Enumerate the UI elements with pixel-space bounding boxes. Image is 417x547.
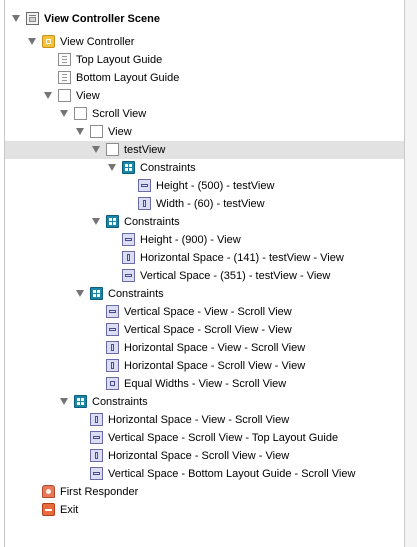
first-responder-icon [42,485,55,498]
vertical-space-constraint-icon [90,431,103,444]
disclosure-triangle-icon[interactable] [60,110,68,117]
view-controller-icon [42,35,55,48]
outline-item-label: Equal Widths - View - Scroll View [124,378,287,390]
outline-item-label: Top Layout Guide [76,54,163,66]
disclosure-triangle-icon[interactable] [76,128,84,135]
outline-row-first-responder[interactable]: First Responder [5,483,404,501]
horizontal-space-constraint-icon [106,341,119,354]
outline-item-label: Exit [60,504,79,516]
view-icon [58,89,71,102]
disclosure-triangle-icon[interactable] [12,15,20,22]
outline-row-constraint[interactable]: Vertical Space - View - Scroll View [5,303,404,321]
outline-row-constraint[interactable]: Horizontal Space - Scroll View - View [5,447,404,465]
outline-row-constraint[interactable]: Horizontal Space - View - Scroll View [5,411,404,429]
outline-scroll-rail[interactable] [405,0,417,547]
outline-item-label: Scroll View [92,108,147,120]
outline-item-label: Vertical Space - View - Scroll View [124,306,292,318]
outline-row-constraint[interactable]: Width - (60) - testView [5,195,404,213]
outline-row-scene[interactable]: View Controller Scene [5,10,404,28]
layout-guide-icon [58,71,71,84]
height-constraint-icon [138,179,151,192]
outline-item-label: Width - (60) - testView [156,198,265,210]
outline-row-constraint[interactable]: Height - (900) - View [5,231,404,249]
outline-item-label: Vertical Space - Scroll View - Top Layou… [108,432,339,444]
outline-item-label: View [108,126,132,138]
horizontal-space-constraint-icon [122,251,135,264]
outline-row-constraint[interactable]: Vertical Space - Scroll View - View [5,321,404,339]
outline-row-constraints[interactable]: Constraints [5,213,404,231]
outline-item-label: testView [124,144,166,156]
outline-item-label: Vertical Space - Bottom Layout Guide - S… [108,468,356,480]
disclosure-triangle-icon[interactable] [44,92,52,99]
outline-item-label: Constraints [92,396,148,408]
vertical-space-constraint-icon [106,323,119,336]
constraints-icon [74,395,87,408]
disclosure-triangle-icon[interactable] [92,146,100,153]
scroll-view-icon [74,107,87,120]
disclosure-triangle-icon[interactable] [60,398,68,405]
scene-title: View Controller Scene [44,13,160,25]
outline-item-label: Bottom Layout Guide [76,72,180,84]
outline-row-view[interactable]: View [5,87,404,105]
scene-icon [26,12,39,25]
outline-item-label: Horizontal Space - View - Scroll View [124,342,306,354]
outline-row-constraint[interactable]: Horizontal Space - (141) - testView - Vi… [5,249,404,267]
outline-row-constraint[interactable]: Equal Widths - View - Scroll View [5,375,404,393]
outline-row-constraint[interactable]: Vertical Space - Bottom Layout Guide - S… [5,465,404,483]
outline-item-label: Constraints [124,216,180,228]
view-icon [90,125,103,138]
outline-row-constraint[interactable]: Horizontal Space - View - Scroll View [5,339,404,357]
outline-item-label: Horizontal Space - Scroll View - View [108,450,290,462]
disclosure-triangle-icon[interactable] [76,290,84,297]
outline-item-label: Horizontal Space - (141) - testView - Vi… [140,252,344,264]
layout-guide-icon [58,53,71,66]
outline-item-label: Horizontal Space - View - Scroll View [108,414,290,426]
equal-widths-constraint-icon [106,377,119,390]
outline-row-view-controller[interactable]: View Controller [5,33,404,51]
constraints-icon [106,215,119,228]
outline-row-top-layout-guide[interactable]: Top Layout Guide [5,51,404,69]
disclosure-triangle-icon[interactable] [108,164,116,171]
outline-row-exit[interactable]: Exit [5,501,404,519]
outline-item-label: Height - (900) - View [140,234,241,246]
outline-row-constraints[interactable]: Constraints [5,285,404,303]
outline-item-label: View [76,90,100,102]
outline-item-label: First Responder [60,486,139,498]
outline-item-label: View Controller [60,36,135,48]
outline-row-testview[interactable]: testView [5,141,404,159]
outline-item-label: Constraints [108,288,164,300]
exit-icon [42,503,55,516]
vertical-space-constraint-icon [122,269,135,282]
outline-row-bottom-layout-guide[interactable]: Bottom Layout Guide [5,69,404,87]
outline-item-label: Constraints [140,162,196,174]
vertical-space-constraint-icon [106,305,119,318]
vertical-space-constraint-icon [90,467,103,480]
outline-row-constraints[interactable]: Constraints [5,159,404,177]
horizontal-space-constraint-icon [106,359,119,372]
disclosure-triangle-icon[interactable] [92,218,100,225]
height-constraint-icon [122,233,135,246]
width-constraint-icon [138,197,151,210]
outline-row-constraint[interactable]: Horizontal Space - Scroll View - View [5,357,404,375]
horizontal-space-constraint-icon [90,413,103,426]
outline-row-constraint[interactable]: Height - (500) - testView [5,177,404,195]
outline-item-label: Vertical Space - (351) - testView - View [140,270,331,282]
outline-row-constraint[interactable]: Vertical Space - (351) - testView - View [5,267,404,285]
outline-item-label: Height - (500) - testView [156,180,275,192]
outline-row-constraints[interactable]: Constraints [5,393,404,411]
disclosure-triangle-icon[interactable] [28,38,36,45]
constraints-icon [122,161,135,174]
outline-row-content-view[interactable]: View [5,123,404,141]
horizontal-space-constraint-icon [90,449,103,462]
outline-row-scroll-view[interactable]: Scroll View [5,105,404,123]
outline-row-constraint[interactable]: Vertical Space - Scroll View - Top Layou… [5,429,404,447]
outline-item-label: Horizontal Space - Scroll View - View [124,360,306,372]
constraints-icon [90,287,103,300]
view-icon [106,143,119,156]
outline-item-label: Vertical Space - Scroll View - View [124,324,292,336]
